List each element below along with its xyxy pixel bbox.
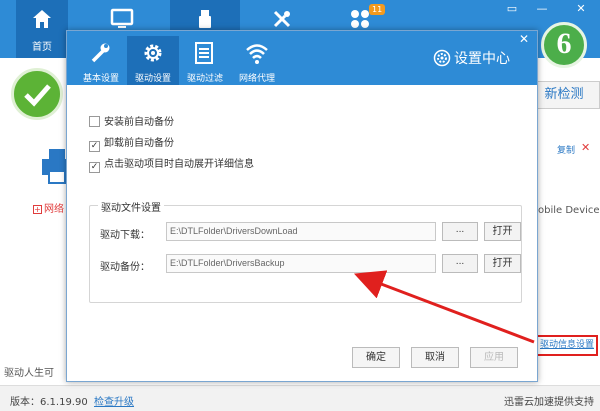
annotation-arrow: [353, 270, 535, 344]
